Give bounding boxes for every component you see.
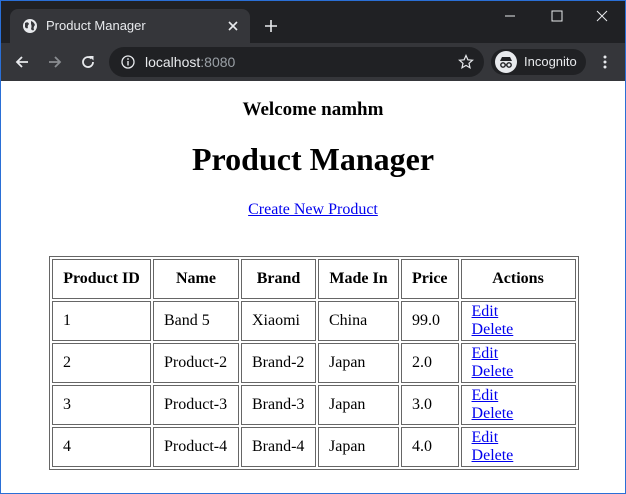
cell-brand: Brand-4 bbox=[241, 427, 316, 467]
cell-brand: Xiaomi bbox=[241, 301, 316, 341]
cell-product-id: 4 bbox=[52, 427, 151, 467]
cell-name: Product-4 bbox=[153, 427, 239, 467]
welcome-message: Welcome namhm bbox=[242, 99, 384, 120]
url-text: localhost:8080 bbox=[145, 54, 235, 70]
browser-window: Product Manager localhost:8080 Incognito… bbox=[0, 0, 626, 494]
info-icon[interactable] bbox=[121, 55, 135, 69]
cell-made-in: Japan bbox=[318, 385, 399, 425]
cell-brand: Brand-2 bbox=[241, 343, 316, 383]
cell-actions: Edit Delete bbox=[460, 343, 576, 383]
more-menu-icon[interactable] bbox=[597, 54, 613, 70]
edit-link[interactable]: Edit bbox=[472, 429, 499, 446]
cell-price: 3.0 bbox=[401, 385, 459, 425]
cell-actions: Edit Delete bbox=[460, 427, 576, 467]
forward-arrow-icon[interactable] bbox=[46, 53, 64, 71]
bookmark-star-icon[interactable] bbox=[458, 54, 474, 70]
cell-made-in: Japan bbox=[318, 427, 399, 467]
page-title: Product Manager bbox=[191, 141, 435, 177]
cell-actions: Edit Delete bbox=[460, 301, 576, 341]
header-made-in: Made In bbox=[318, 259, 399, 299]
incognito-label: Incognito bbox=[524, 54, 577, 69]
minimize-icon[interactable] bbox=[503, 9, 517, 23]
url-host: localhost bbox=[145, 54, 201, 70]
table-row: 1 Band 5 Xiaomi China 99.0 Edit Delete bbox=[52, 301, 576, 341]
back-arrow-icon[interactable] bbox=[13, 53, 31, 71]
globe-icon bbox=[23, 19, 37, 33]
table-header-row: Product ID Name Brand Made In Price Acti… bbox=[52, 259, 576, 299]
table-row: 4 Product-4 Brand-4 Japan 4.0 Edit Delet… bbox=[52, 427, 576, 467]
create-link-container: Create New Product bbox=[1, 201, 625, 219]
delete-link[interactable]: Delete bbox=[472, 405, 514, 422]
cell-price: 2.0 bbox=[401, 343, 459, 383]
maximize-icon[interactable] bbox=[550, 9, 564, 23]
cell-brand: Brand-3 bbox=[241, 385, 316, 425]
delete-link[interactable]: Delete bbox=[472, 447, 514, 464]
browser-tab[interactable]: Product Manager bbox=[10, 9, 250, 43]
cell-name: Product-2 bbox=[153, 343, 239, 383]
cell-made-in: China bbox=[318, 301, 399, 341]
header-actions: Actions bbox=[460, 259, 576, 299]
url-port: :8080 bbox=[200, 54, 236, 70]
cell-name: Band 5 bbox=[153, 301, 239, 341]
cell-made-in: Japan bbox=[318, 343, 399, 383]
edit-link[interactable]: Edit bbox=[472, 345, 499, 362]
edit-link[interactable]: Edit bbox=[472, 303, 499, 320]
header-brand: Brand bbox=[241, 259, 316, 299]
create-new-product-link[interactable]: Create New Product bbox=[248, 201, 378, 218]
browser-toolbar: localhost:8080 Incognito bbox=[1, 43, 625, 81]
new-tab-icon[interactable] bbox=[263, 18, 279, 34]
cell-price: 4.0 bbox=[401, 427, 459, 467]
delete-link[interactable]: Delete bbox=[472, 363, 514, 380]
incognito-icon bbox=[495, 51, 517, 73]
tab-title: Product Manager bbox=[46, 18, 146, 33]
cell-name: Product-3 bbox=[153, 385, 239, 425]
products-table: Product ID Name Brand Made In Price Acti… bbox=[49, 256, 579, 470]
close-tab-icon[interactable] bbox=[226, 19, 240, 33]
cell-product-id: 1 bbox=[52, 301, 151, 341]
table-row: 3 Product-3 Brand-3 Japan 3.0 Edit Delet… bbox=[52, 385, 576, 425]
edit-link[interactable]: Edit bbox=[472, 387, 499, 404]
reload-icon[interactable] bbox=[79, 53, 97, 71]
header-price: Price bbox=[401, 259, 459, 299]
delete-link[interactable]: Delete bbox=[472, 321, 514, 338]
cell-product-id: 3 bbox=[52, 385, 151, 425]
table-row: 2 Product-2 Brand-2 Japan 2.0 Edit Delet… bbox=[52, 343, 576, 383]
cell-price: 99.0 bbox=[401, 301, 459, 341]
header-product-id: Product ID bbox=[52, 259, 151, 299]
header-name: Name bbox=[153, 259, 239, 299]
cell-actions: Edit Delete bbox=[460, 385, 576, 425]
address-bar[interactable]: localhost:8080 bbox=[109, 47, 484, 77]
title-bar: Product Manager bbox=[1, 1, 625, 43]
incognito-badge[interactable]: Incognito bbox=[491, 49, 586, 75]
cell-product-id: 2 bbox=[52, 343, 151, 383]
close-window-icon[interactable] bbox=[595, 9, 609, 23]
